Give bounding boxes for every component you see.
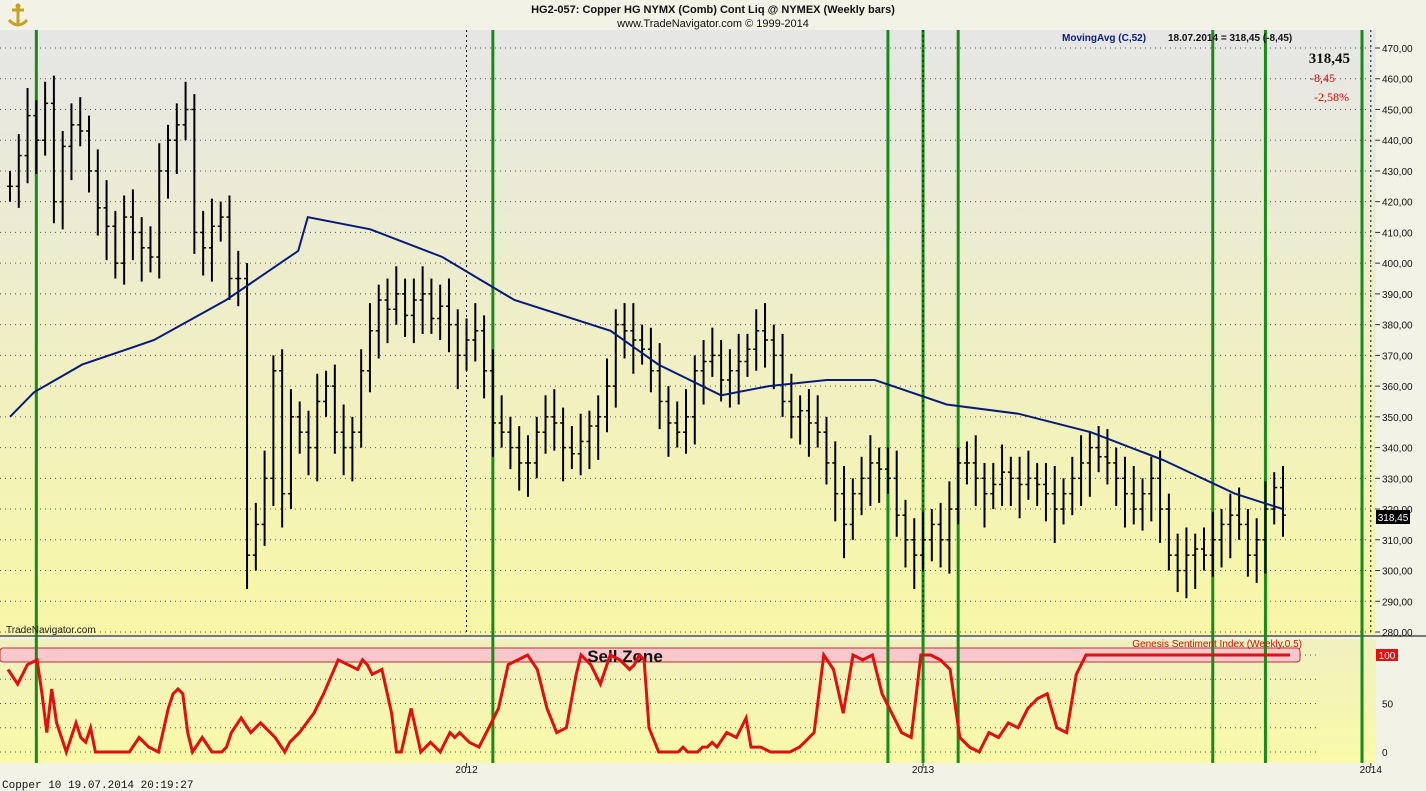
price-change-pct: -2,58% [1314,90,1349,104]
price-tick-label: 350,00 [1382,413,1413,424]
year-tick-label: 2014 [1360,765,1383,776]
price-tick-label: 280,00 [1382,628,1413,639]
sentiment-tick-label: 0 [1382,748,1388,759]
price-tick-label: 340,00 [1382,444,1413,455]
last-price: 318,45 [1309,51,1350,67]
status-line: Copper 10 19.07.2014 20:19:27 [2,780,193,791]
price-change: -8,45 [1310,71,1335,85]
price-tick-label: 370,00 [1382,351,1413,362]
sentiment-tick-label: 50 [1382,700,1394,711]
ma-legend-value: 18.07.2014 = 318,45 (-8,45) [1168,33,1292,44]
sentiment-last-badge-text: 100 [1379,651,1396,662]
price-tick-label: 470,00 [1382,44,1413,55]
price-tick-label: 380,00 [1382,321,1413,332]
chart-subtitle: www.TradeNavigator.com © 1999-2014 [616,18,809,30]
price-tick-label: 440,00 [1382,136,1413,147]
chart-title: HG2-057: Copper HG NYMX (Comb) Cont Liq … [531,4,895,16]
price-tick-label: 430,00 [1382,167,1413,178]
year-tick-label: 2012 [455,765,478,776]
price-tick-label: 450,00 [1382,105,1413,116]
price-tick-label: 310,00 [1382,536,1413,547]
tradenavigator-logo-icon [4,2,32,30]
price-tick-label: 300,00 [1382,567,1413,578]
watermark: TradeNavigator.com [6,625,96,636]
sentiment-legend: Genesis Sentiment Index (Weekly,0.5) [1132,639,1302,650]
price-tick-label: 330,00 [1382,474,1413,485]
price-tick-label: 400,00 [1382,259,1413,270]
price-tick-label: 360,00 [1382,382,1413,393]
last-price-badge-text: 318,45 [1378,513,1409,524]
status-bar [0,775,1426,791]
chart: HG2-057: Copper HG NYMX (Comb) Cont Liq … [0,2,1426,791]
ma-legend-label: MovingAvg (C,52) [1062,33,1146,44]
price-tick-label: 390,00 [1382,290,1413,301]
price-tick-label: 420,00 [1382,198,1413,209]
price-tick-label: 410,00 [1382,228,1413,239]
price-tick-label: 290,00 [1382,597,1413,608]
price-tick-label: 460,00 [1382,75,1413,86]
year-tick-label: 2013 [912,765,935,776]
